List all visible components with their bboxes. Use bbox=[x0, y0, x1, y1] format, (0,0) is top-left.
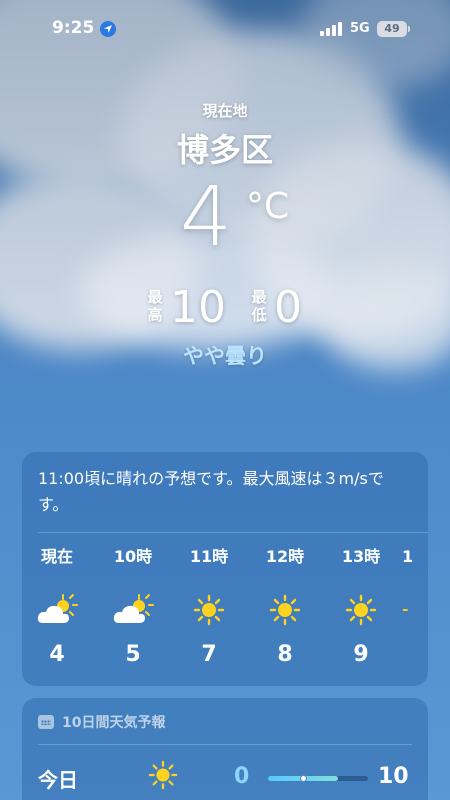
hour-label: 12時 bbox=[265, 547, 305, 566]
hour-item: 11時 7 bbox=[174, 538, 244, 667]
status-time: 9:25 bbox=[52, 18, 95, 38]
card-divider bbox=[38, 744, 412, 745]
condition-text: やや曇り bbox=[183, 344, 267, 368]
hour-item: 1 bbox=[402, 538, 428, 642]
hourly-forecast-card[interactable]: 11:00頃に晴れの予想です。最大風速は３m/sです。 現在 4 10時 5 1… bbox=[22, 452, 428, 686]
card-divider bbox=[38, 532, 428, 533]
cellular-signal-icon bbox=[320, 22, 342, 36]
partly-cloudy-icon bbox=[22, 588, 92, 632]
battery-tip bbox=[408, 26, 410, 32]
hour-label: 11時 bbox=[189, 547, 229, 566]
ten-day-header: 10日間天気予報 bbox=[38, 710, 165, 734]
sun-icon bbox=[250, 588, 320, 632]
hour-temp: 7 bbox=[201, 642, 217, 667]
network-type: 5G bbox=[350, 21, 370, 36]
temperature-unit: °C bbox=[246, 186, 290, 227]
current-temperature: 4 °C bbox=[0, 170, 450, 268]
hour-label: 1 bbox=[402, 547, 414, 566]
hour-temp: 5 bbox=[125, 642, 141, 667]
current-temp-dot bbox=[299, 775, 307, 782]
hour-item: 10時 5 bbox=[98, 538, 168, 667]
temperature-range-bar bbox=[268, 775, 368, 782]
hour-temp: 8 bbox=[277, 642, 293, 667]
hour-item: 現在 4 bbox=[22, 538, 92, 667]
hour-label: 現在 bbox=[40, 547, 73, 566]
high-value: 10 bbox=[170, 282, 226, 333]
sun-icon bbox=[402, 588, 428, 632]
weather-header: 現在地 博多区 bbox=[0, 100, 450, 171]
sun-icon bbox=[148, 760, 178, 794]
day-row-today[interactable]: 今日 0 10 bbox=[22, 754, 428, 800]
location-arrow-icon bbox=[100, 21, 116, 37]
low-label: 最低 bbox=[251, 288, 267, 324]
day-name: 今日 bbox=[38, 768, 78, 792]
hour-label: 13時 bbox=[341, 547, 381, 566]
high-low: 最高 10 最低 0 bbox=[0, 284, 450, 334]
hour-temp: 4 bbox=[49, 642, 65, 667]
ten-day-title: 10日間天気予報 bbox=[62, 715, 166, 731]
calendar-icon bbox=[38, 715, 54, 729]
sun-icon bbox=[326, 588, 396, 632]
day-low-temp: 0 bbox=[234, 764, 250, 789]
temperature-value: 4 bbox=[180, 170, 233, 265]
partly-cloudy-icon bbox=[98, 588, 168, 632]
hour-temp: 9 bbox=[353, 642, 369, 667]
city-name: 博多区 bbox=[176, 131, 273, 169]
hour-item: 12時 8 bbox=[250, 538, 320, 667]
status-bar: 9:25 5G 49 bbox=[0, 0, 450, 60]
high-label: 最高 bbox=[147, 288, 163, 324]
sun-icon bbox=[174, 588, 244, 632]
forecast-summary: 11:00頃に晴れの予想です。最大風速は３m/sです。 bbox=[38, 469, 384, 514]
battery-icon: 49 bbox=[377, 21, 407, 37]
hour-label: 10時 bbox=[113, 547, 153, 566]
hourly-scroll[interactable]: 現在 4 10時 5 11時 7 12時 8 13時 9 1 bbox=[22, 538, 428, 678]
hour-item: 13時 9 bbox=[326, 538, 396, 667]
location-label: 現在地 bbox=[202, 102, 248, 120]
ten-day-forecast-card[interactable]: 10日間天気予報 今日 0 10 bbox=[22, 698, 428, 800]
low-value: 0 bbox=[274, 282, 302, 333]
day-high-temp: 10 bbox=[378, 764, 409, 789]
